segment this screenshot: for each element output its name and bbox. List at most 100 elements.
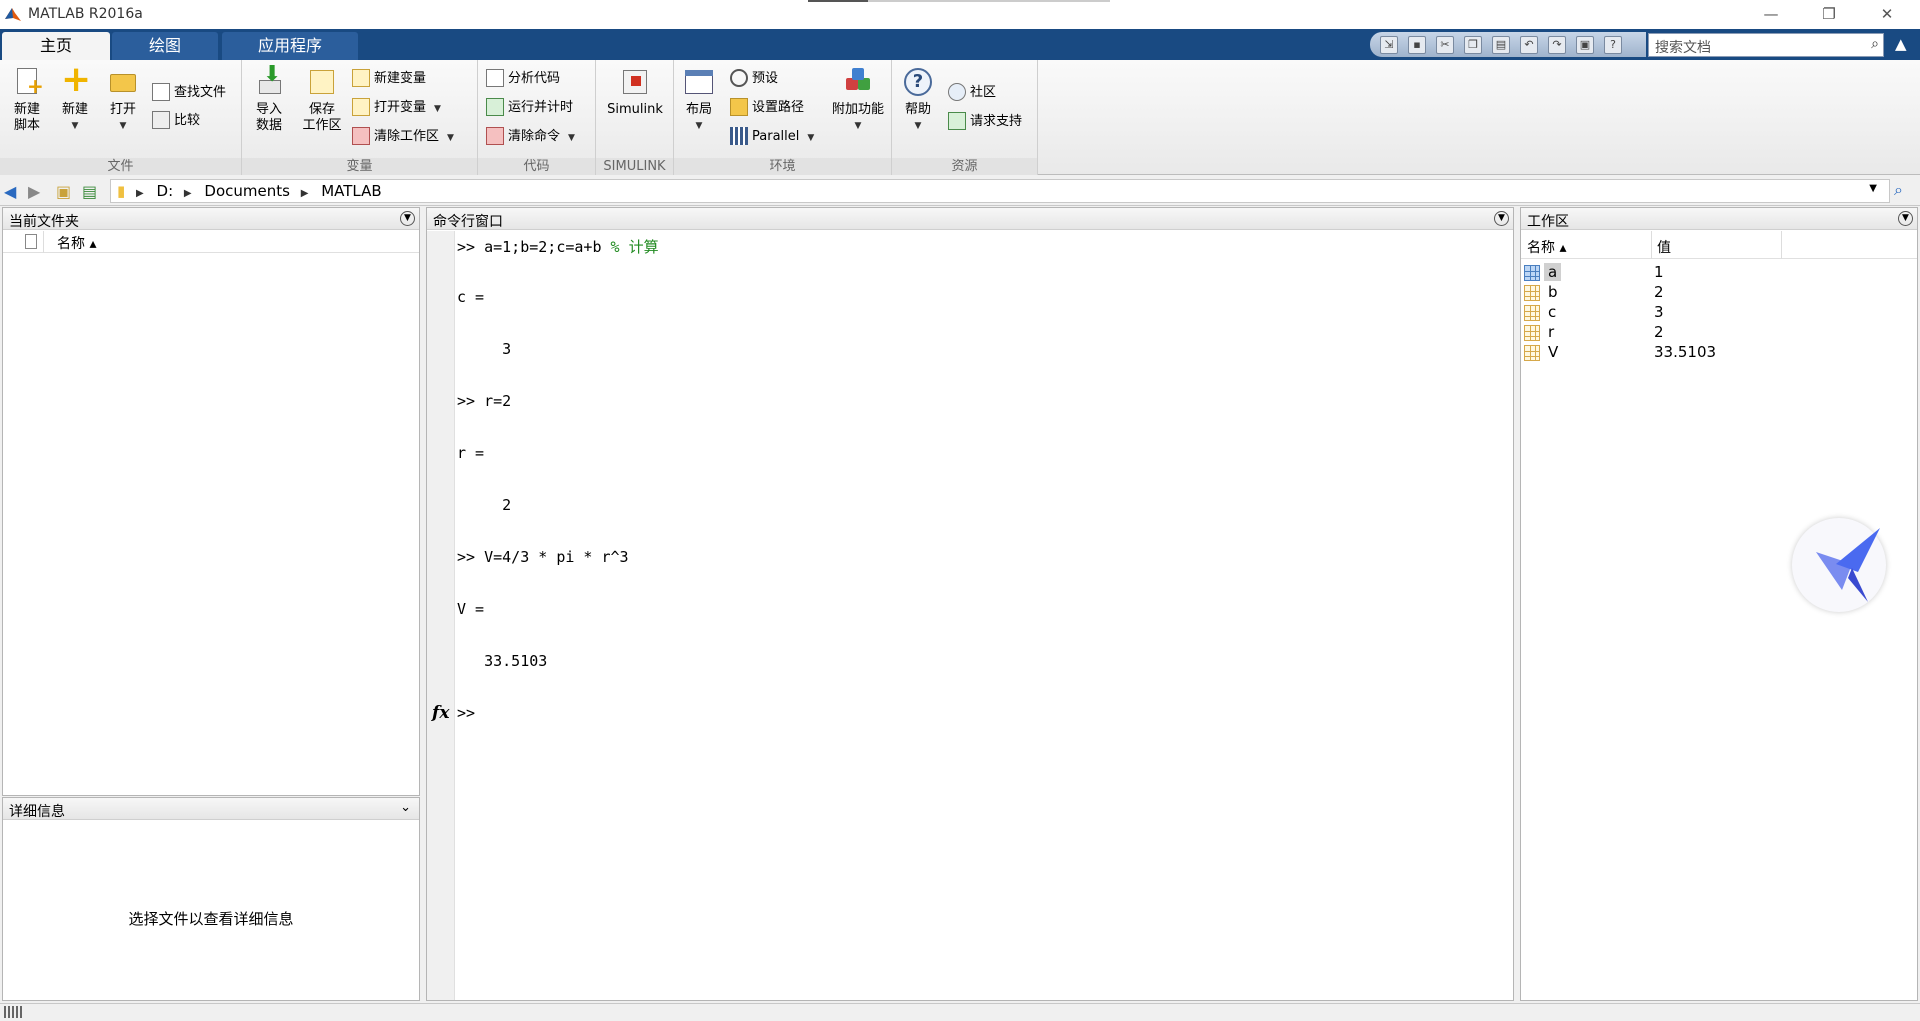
clear-commands-caret-icon: ▼: [568, 133, 575, 143]
compare-button[interactable]: 比较: [152, 110, 200, 132]
find-files-button[interactable]: 查找文件: [152, 82, 226, 104]
status-grip-icon[interactable]: [4, 1006, 22, 1018]
redo-icon[interactable]: ↷: [1548, 36, 1566, 54]
help-icon[interactable]: ?: [1604, 36, 1622, 54]
matrix-variable-icon: [1524, 305, 1540, 321]
group-resources: ? 帮助 ▼ 社区 请求支持 资源: [892, 60, 1038, 175]
chevron-down-icon[interactable]: ⌄: [400, 800, 411, 815]
forward-icon[interactable]: ▶: [28, 182, 40, 201]
save-icon[interactable]: ▪: [1408, 36, 1426, 54]
workspace-var-row[interactable]: c 3: [1524, 303, 1914, 323]
parallel-button[interactable]: Parallel ▼: [730, 126, 814, 148]
import-data-button[interactable]: ⬇ 导入 数据: [248, 64, 290, 134]
shortcut-icon[interactable]: ⇲: [1380, 36, 1398, 54]
path-segment-matlab[interactable]: MATLAB: [321, 182, 381, 200]
tab-home[interactable]: 主页: [2, 32, 110, 60]
browse-folder-icon[interactable]: ▤: [82, 182, 97, 201]
layout-icon: [683, 66, 715, 98]
cmd-line-1: >> a=1;b=2;c=a+b % 计算: [457, 236, 659, 257]
search-folder-icon[interactable]: ⌕: [1894, 180, 1903, 200]
address-bar: ◀ ▶ ▣ ▤ ▮ ▶ D: ▶ Documents ▶ MATLAB ▼ ⌕: [0, 176, 1920, 206]
tab-apps[interactable]: 应用程序: [222, 32, 358, 60]
panel-menu-icon[interactable]: ▼: [1898, 211, 1913, 226]
command-window-header: 命令行窗口 ▼: [427, 208, 1513, 230]
save-workspace-button[interactable]: 保存 工作区: [294, 66, 350, 134]
ws-column-value-header[interactable]: 值: [1657, 237, 1671, 257]
tab-plots[interactable]: 绘图: [112, 32, 218, 60]
workspace-var-row[interactable]: b 2: [1524, 283, 1914, 303]
workspace-title: 工作区: [1527, 214, 1569, 230]
workspace-var-row[interactable]: r 2: [1524, 323, 1914, 343]
minimize-button[interactable]: —: [1748, 3, 1794, 25]
workspace-var-row[interactable]: V 33.5103: [1524, 343, 1914, 363]
panel-menu-icon[interactable]: ▼: [1494, 211, 1509, 226]
group-code-label: 代码: [478, 158, 595, 175]
open-variable-icon: [352, 97, 370, 116]
panel-menu-icon[interactable]: ▼: [400, 211, 415, 226]
clear-workspace-button[interactable]: 清除工作区 ▼: [352, 126, 454, 148]
path-dropdown-icon[interactable]: ▼: [1869, 183, 1877, 194]
ws-column-name-header[interactable]: 名称 ▴: [1527, 237, 1566, 257]
open-button[interactable]: 打开 ▼: [102, 66, 144, 134]
back-icon[interactable]: ◀: [4, 182, 16, 201]
matrix-variable-icon: [1524, 265, 1540, 281]
parallel-icon: [730, 126, 748, 145]
path-segment-documents[interactable]: Documents: [204, 182, 290, 200]
ws-var-value: 1: [1654, 263, 1664, 281]
paste-icon[interactable]: ▤: [1492, 36, 1510, 54]
compare-icon: [152, 110, 170, 129]
cmd-prompt[interactable]: >>: [457, 704, 475, 722]
new-variable-button[interactable]: 新建变量: [352, 68, 426, 90]
search-placeholder: 搜索文档: [1655, 40, 1711, 56]
workspace-var-row[interactable]: a 1: [1524, 263, 1914, 283]
layout-button[interactable]: 布局 ▼: [680, 66, 718, 134]
search-icon[interactable]: ⌕: [1871, 36, 1879, 52]
set-path-button[interactable]: 设置路径: [730, 97, 804, 119]
help-button[interactable]: ? 帮助 ▼: [898, 66, 938, 134]
title-bar: MATLAB R2016a — ❐ ✕: [0, 0, 1920, 29]
preferences-button[interactable]: 预设: [730, 68, 778, 90]
function-browser-icon[interactable]: fx: [432, 703, 449, 723]
close-button[interactable]: ✕: [1864, 3, 1910, 25]
command-window-title: 命令行窗口: [433, 214, 503, 230]
add-ons-button[interactable]: 附加功能 ▼: [828, 66, 888, 134]
ws-var-name: r: [1548, 323, 1555, 341]
cut-icon[interactable]: ✂: [1436, 36, 1454, 54]
analyze-code-button[interactable]: 分析代码: [486, 68, 560, 90]
new-button[interactable]: + 新建 ▼: [54, 62, 96, 134]
details-message: 选择文件以查看详细信息: [128, 910, 294, 928]
preferences-label: 预设: [752, 71, 779, 86]
column-name-header[interactable]: 名称 ▴: [57, 233, 96, 253]
bird-icon: [1816, 528, 1880, 602]
parallel-caret-icon: ▼: [807, 133, 815, 143]
command-window-panel[interactable]: 命令行窗口 ▼: [426, 207, 1514, 1001]
clear-commands-button[interactable]: 清除命令 ▼: [486, 126, 575, 148]
collapse-ribbon-icon[interactable]: ▲: [1895, 35, 1907, 53]
new-script-label-2: 脚本: [13, 118, 40, 133]
request-support-button[interactable]: 请求支持: [948, 111, 1022, 133]
copy-icon[interactable]: ❐: [1464, 36, 1482, 54]
clear-commands-label: 清除命令: [508, 129, 561, 144]
title-tab-indicator-2: [868, 0, 1110, 2]
new-script-button[interactable]: + 新建 脚本: [6, 66, 48, 134]
undo-icon[interactable]: ↶: [1520, 36, 1538, 54]
community-label: 社区: [970, 85, 997, 100]
community-button[interactable]: 社区: [948, 82, 996, 104]
run-and-time-label: 运行并计时: [508, 100, 574, 115]
path-segment-drive[interactable]: D:: [157, 182, 174, 200]
restore-button[interactable]: ❐: [1806, 3, 1852, 25]
open-variable-button[interactable]: 打开变量 ▼: [352, 97, 441, 119]
switch-windows-icon[interactable]: ▣: [1576, 36, 1594, 54]
current-path-box[interactable]: ▮ ▶ D: ▶ Documents ▶ MATLAB ▼: [110, 179, 1890, 203]
cmd-line-1-code: >> a=1;b=2;c=a+b: [457, 238, 611, 256]
floating-assistant-icon[interactable]: [1792, 518, 1886, 612]
matrix-variable-icon: [1524, 285, 1540, 301]
search-docs-input[interactable]: 搜索文档 ⌕: [1648, 33, 1884, 57]
simulink-button[interactable]: Simulink: [600, 66, 670, 118]
group-file: + 新建 脚本 + 新建 ▼ 打开 ▼ 查找文件 比较 文件: [0, 60, 242, 175]
up-folder-icon[interactable]: ▣: [56, 182, 71, 201]
run-and-time-button[interactable]: 运行并计时: [486, 97, 573, 119]
compare-label: 比较: [174, 113, 201, 128]
matrix-variable-icon: [1524, 345, 1540, 361]
file-type-column-icon[interactable]: [25, 234, 37, 249]
